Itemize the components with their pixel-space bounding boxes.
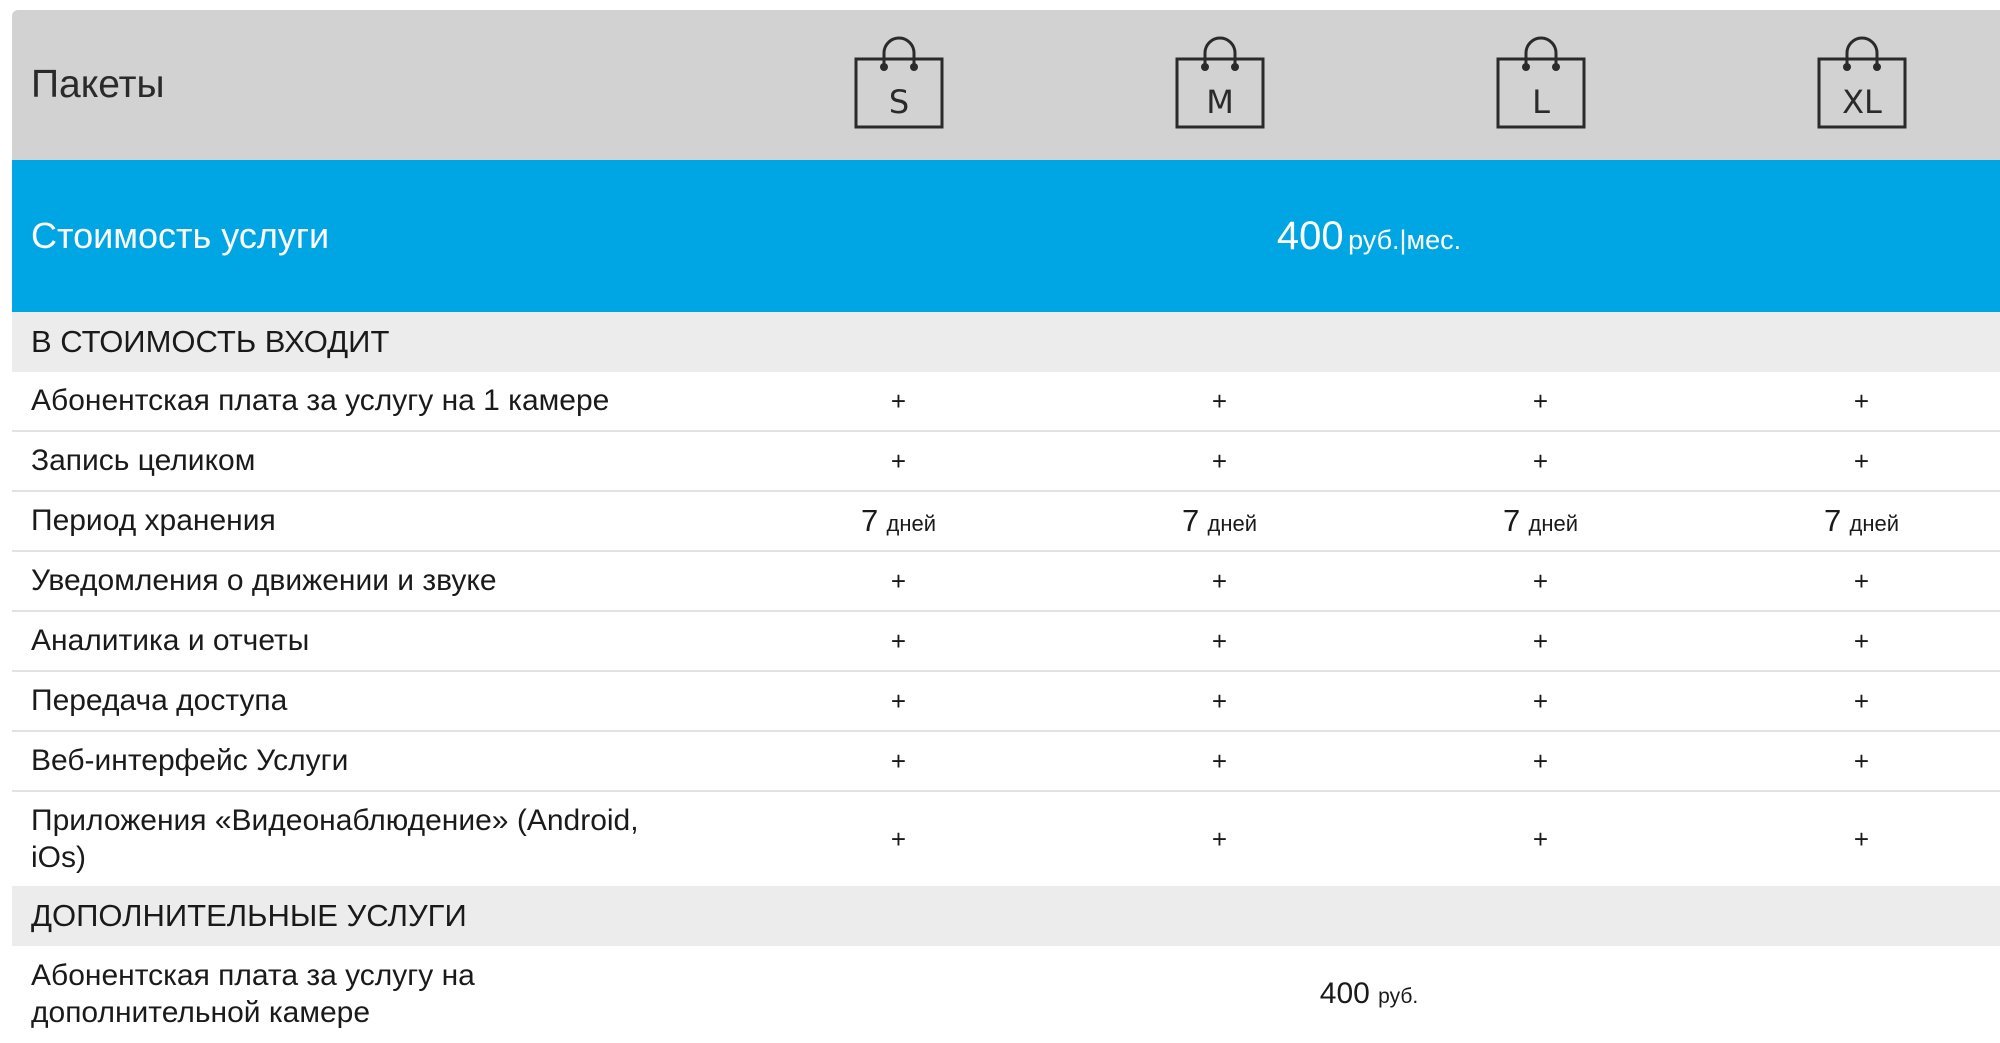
cell-value: + xyxy=(1532,625,1549,656)
row-label: Абонентская плата за услугу на 1 камере xyxy=(31,384,610,417)
table-row: Абонентская плата за услугу на 1 камере … xyxy=(12,372,2000,432)
row-label: Уведомления о движении и звуке xyxy=(31,564,497,597)
svg-text:M: M xyxy=(1206,83,1234,121)
section-title: В СТОИМОСТЬ ВХОДИТ xyxy=(31,324,390,359)
row-label: Абонентская плата за услугу на дополните… xyxy=(31,958,475,1030)
cell-value: + xyxy=(890,385,907,416)
cell-value: + xyxy=(1211,565,1228,596)
cell-value: + xyxy=(1853,565,1870,596)
extra-price: 400 руб. xyxy=(1319,977,1419,1010)
storage-period: 7 дней xyxy=(1181,503,1258,538)
storage-period: 7 дней xyxy=(1823,503,1900,538)
price-value: 400 руб.|мес. xyxy=(738,214,2000,259)
table-row: Запись целиком + + + + xyxy=(12,432,2000,492)
cell-value: + xyxy=(890,625,907,656)
cell-value: + xyxy=(1532,823,1549,854)
cell-value: + xyxy=(890,565,907,596)
price-label: Стоимость услуги xyxy=(31,215,330,256)
cell-value: + xyxy=(1532,565,1549,596)
storage-period: 7 дней xyxy=(1502,503,1579,538)
table-row: Веб-интерфейс Услуги + + + + xyxy=(12,732,2000,792)
section-extra: ДОПОЛНИТЕЛЬНЫЕ УСЛУГИ xyxy=(12,886,2000,946)
row-label: Период хранения xyxy=(31,504,276,537)
section-included: В СТОИМОСТЬ ВХОДИТ xyxy=(12,312,2000,372)
cell-value: + xyxy=(1853,745,1870,776)
svg-text:S: S xyxy=(888,83,908,121)
storage-period: 7 дней xyxy=(860,503,937,538)
shopping-bag-icon: L xyxy=(1495,35,1587,131)
price-amount: 400 xyxy=(1276,213,1344,258)
svg-text:XL: XL xyxy=(1842,83,1882,121)
cell-value: + xyxy=(1532,745,1549,776)
table-row: Приложения «Видеонаблюдение» (Android, i… xyxy=(12,792,2000,886)
section-title: ДОПОЛНИТЕЛЬНЫЕ УСЛУГИ xyxy=(31,898,467,933)
package-l[interactable]: L xyxy=(1380,35,1701,136)
shopping-bag-icon: XL xyxy=(1816,35,1908,131)
table-row: Аналитика и отчеты + + + + xyxy=(12,612,2000,672)
cell-value: + xyxy=(1532,685,1549,716)
cell-value: + xyxy=(890,685,907,716)
package-s[interactable]: S xyxy=(738,35,1059,136)
price-row: Стоимость услуги 400 руб.|мес. xyxy=(12,160,2000,312)
table-row: Передача доступа + + + + xyxy=(12,672,2000,732)
cell-value: + xyxy=(1211,685,1228,716)
cell-value: + xyxy=(1853,685,1870,716)
package-m[interactable]: M xyxy=(1059,35,1380,136)
cell-value: + xyxy=(1211,823,1228,854)
cell-value: + xyxy=(1211,445,1228,476)
shopping-bag-icon: S xyxy=(853,35,945,131)
cell-value: + xyxy=(1211,745,1228,776)
shopping-bag-icon: M xyxy=(1174,35,1266,131)
table-row: Уведомления о движении и звуке + + + + xyxy=(12,552,2000,612)
cell-value: + xyxy=(1211,625,1228,656)
cell-value: + xyxy=(890,745,907,776)
svg-text:L: L xyxy=(1532,83,1550,121)
cell-value: + xyxy=(1853,445,1870,476)
cell-value: + xyxy=(890,445,907,476)
row-label: Передача доступа xyxy=(31,684,288,717)
table-title: Пакеты xyxy=(31,63,165,106)
tariff-table: Пакеты S M L XL Стоимость услуги 400 руб… xyxy=(12,10,2000,1042)
table-row: Период хранения 7 дней 7 дней 7 дней 7 д… xyxy=(12,492,2000,552)
table-row: Абонентская плата за услугу на дополните… xyxy=(12,946,2000,1042)
cell-value: + xyxy=(1211,385,1228,416)
cell-value: + xyxy=(1853,385,1870,416)
row-label: Приложения «Видеонаблюдение» (Android, i… xyxy=(31,803,639,875)
cell-value: + xyxy=(1532,445,1549,476)
row-label: Веб-интерфейс Услуги xyxy=(31,744,349,777)
cell-value: + xyxy=(1532,385,1549,416)
row-label: Запись целиком xyxy=(31,444,256,477)
price-unit: руб.|мес. xyxy=(1348,224,1462,255)
row-label: Аналитика и отчеты xyxy=(31,624,310,657)
table-header: Пакеты S M L XL xyxy=(12,10,2000,160)
package-xl[interactable]: XL xyxy=(1701,35,2000,136)
cell-value: + xyxy=(890,823,907,854)
cell-value: + xyxy=(1853,823,1870,854)
cell-value: + xyxy=(1853,625,1870,656)
